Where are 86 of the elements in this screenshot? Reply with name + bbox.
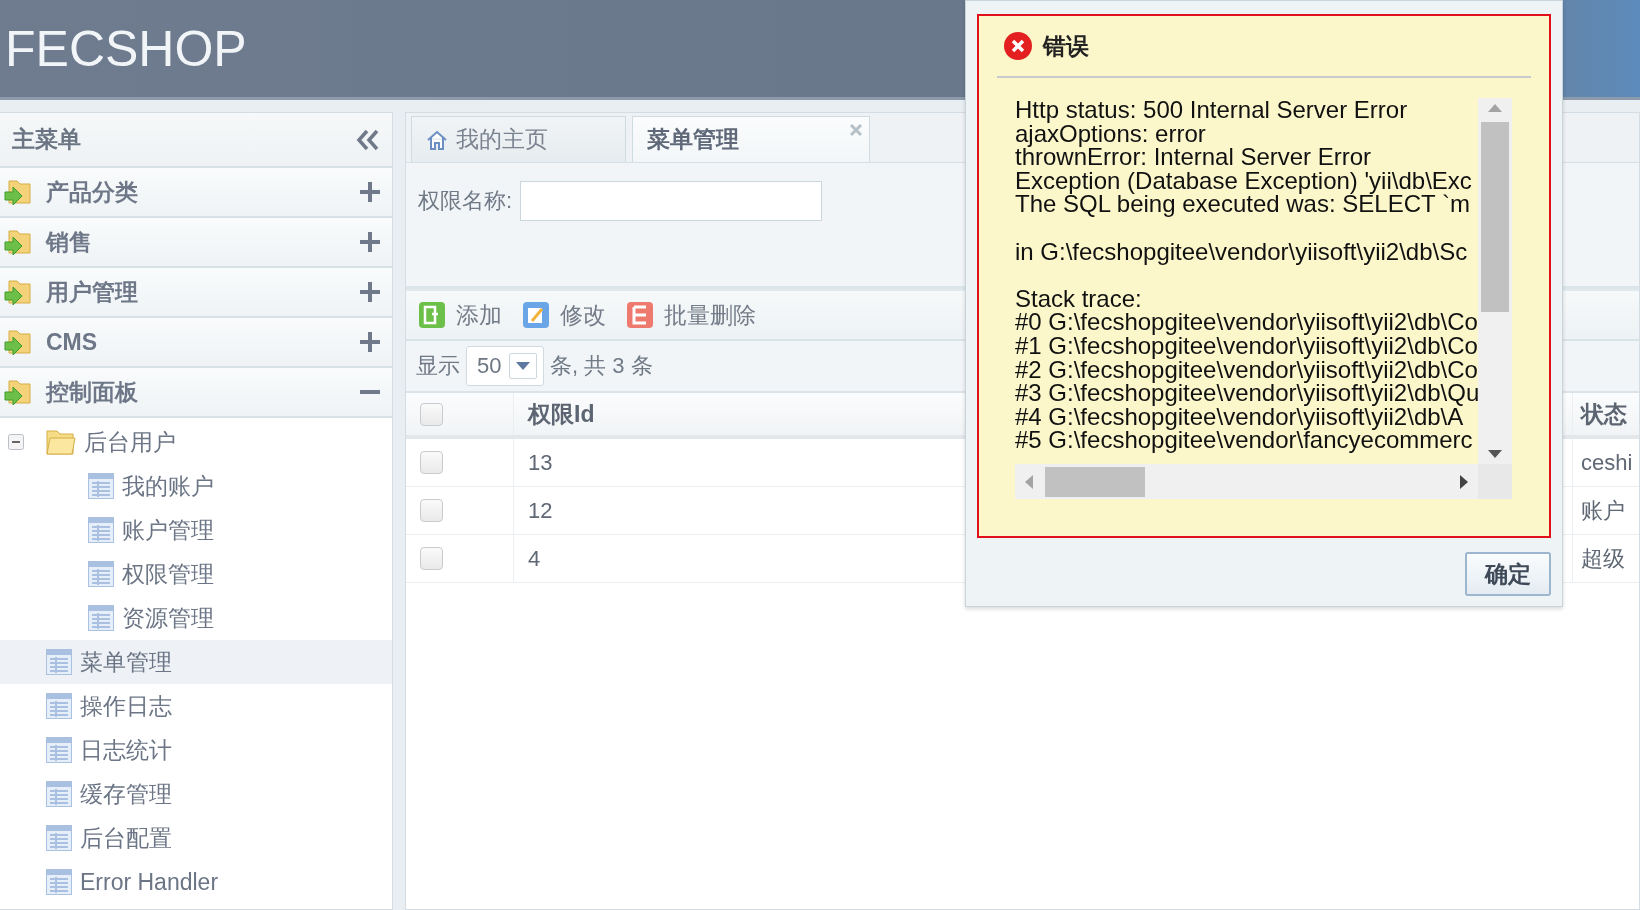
plus-icon[interactable] <box>360 282 380 302</box>
tree-item[interactable]: 资源管理 <box>0 596 392 640</box>
home-icon <box>426 129 448 150</box>
column-header: 权限Id <box>528 399 595 429</box>
error-line: #3 G:\fecshopgitee\vendor\yiisoft\yii2\db\Qu <box>1015 381 1480 405</box>
logo: FECSHOP <box>5 19 247 78</box>
tree-item[interactable]: 日志统计 <box>0 728 392 772</box>
table-icon <box>88 605 114 631</box>
tree-item[interactable]: Error Handler <box>0 860 392 904</box>
tree-item[interactable]: 权限管理 <box>0 552 392 596</box>
error-line: #0 G:\fecshopgitee\vendor\yiisoft\yii2\db\Co <box>1015 310 1478 334</box>
checkbox[interactable] <box>420 547 443 570</box>
vertical-scrollbar[interactable] <box>1478 98 1512 464</box>
menu-group[interactable]: 控制面板 <box>0 368 392 418</box>
pager-text: 显示 <box>416 352 460 380</box>
plus-icon[interactable] <box>360 332 380 352</box>
menu-group[interactable]: 用户管理 <box>0 268 392 318</box>
column-header: 状态 <box>1581 399 1627 429</box>
table-icon <box>88 561 114 587</box>
sidebar-title: 主菜单 <box>12 125 81 154</box>
error-line: #2 G:\fecshopgitee\vendor\yiisoft\yii2\db\Co <box>1015 357 1478 382</box>
toolbar-button[interactable]: 修改 <box>522 299 606 331</box>
folder-arrow-icon <box>4 378 34 406</box>
plus-icon[interactable] <box>360 232 380 252</box>
folder-arrow-icon <box>4 278 34 306</box>
scrollbar-corner <box>1478 464 1512 499</box>
tree-item[interactable]: 我的账户 <box>0 464 392 508</box>
tab[interactable]: 菜单管理 <box>632 116 870 162</box>
input-field[interactable] <box>520 181 823 221</box>
collapse-icon[interactable] <box>8 434 24 450</box>
table-cell-text: 账户 <box>1581 496 1625 525</box>
error-line: Exception (Database Exception) 'yii\db\Exc <box>1015 168 1472 193</box>
folder-arrow-icon <box>4 228 34 256</box>
error-line: ajaxOptions: error <box>1015 121 1206 146</box>
scroll-left-icon[interactable] <box>1025 474 1033 489</box>
checkbox[interactable] <box>420 451 443 474</box>
pager-text: 条, 共 3 条 <box>550 352 653 380</box>
error-line: Stack trace: <box>1015 286 1142 311</box>
table-icon <box>46 781 72 807</box>
checkbox[interactable] <box>420 402 443 426</box>
error-line: Http status: 500 Internal Server Error <box>1015 98 1408 122</box>
delete-icon <box>626 301 654 329</box>
caret-icon <box>516 362 530 370</box>
folder-arrow-icon <box>4 178 34 206</box>
tree-item[interactable]: 后台配置 <box>0 816 392 860</box>
field-label: 权限名称: <box>418 187 513 215</box>
scroll-right-icon[interactable] <box>1460 474 1468 489</box>
error-line: thrownError: Internal Server Error <box>1015 145 1372 169</box>
table-cell: 12 <box>528 497 553 524</box>
table-icon <box>46 737 72 763</box>
dialog-title: 错误 <box>1043 31 1089 61</box>
page-size-select[interactable]: 50 <box>466 346 544 386</box>
table-icon <box>46 693 72 719</box>
menu-group[interactable]: 销售 <box>0 218 392 268</box>
scroll-down-icon[interactable] <box>1488 450 1502 458</box>
error-line: in G:\fecshopgitee\vendor\yiisoft\yii2\db\Sc <box>1015 239 1468 264</box>
edit-icon <box>522 301 550 329</box>
close-icon[interactable] <box>849 123 863 137</box>
tree-item[interactable]: 后台用户 <box>0 420 392 464</box>
table-cell: 13 <box>528 449 553 476</box>
table-cell-text: 超级 <box>1581 544 1625 573</box>
table-cell: ceshi <box>1581 449 1633 476</box>
tab[interactable]: 我的主页 <box>411 116 626 162</box>
add-icon <box>418 301 446 329</box>
tree-item[interactable]: 缓存管理 <box>0 772 392 816</box>
horizontal-scrollbar[interactable] <box>1015 464 1478 499</box>
table-icon <box>46 649 72 675</box>
plus-icon[interactable] <box>360 182 380 202</box>
collapse-icon[interactable] <box>356 128 380 151</box>
table-icon <box>88 473 114 499</box>
tree-item[interactable]: 操作日志 <box>0 684 392 728</box>
tree-item[interactable]: 账户管理 <box>0 508 392 552</box>
toolbar-button[interactable]: 添加 <box>418 299 502 331</box>
table-icon <box>88 517 114 543</box>
table-icon <box>46 825 72 851</box>
menu-group[interactable]: CMS <box>0 318 392 368</box>
toolbar-button[interactable]: 批量删除 <box>626 299 756 331</box>
table-cell: 4 <box>528 545 541 572</box>
menu-group[interactable]: 产品分类 <box>0 168 392 218</box>
ok-button[interactable]: 确定 <box>1465 552 1551 596</box>
folder-arrow-icon <box>4 328 34 356</box>
checkbox[interactable] <box>420 499 443 522</box>
folder-icon <box>46 428 76 456</box>
table-icon <box>46 869 72 895</box>
tree-item[interactable]: 菜单管理 <box>0 640 392 684</box>
error-icon <box>1003 31 1033 61</box>
